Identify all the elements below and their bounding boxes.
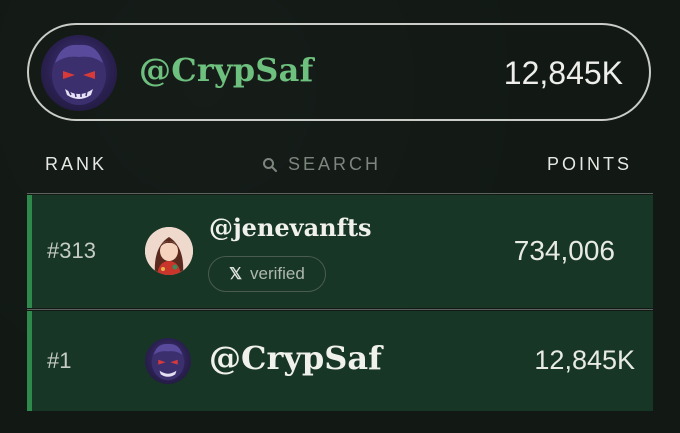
row-points: 734,006 — [513, 235, 615, 266]
points-column-header: POINTS — [546, 154, 632, 174]
purple-monster-avatar-icon — [52, 44, 106, 105]
row-rank: #313 — [47, 238, 96, 263]
anime-girl-avatar-icon — [145, 227, 193, 275]
leaderboard-header: RANK SEARCH POINTS — [0, 150, 680, 180]
verified-badge: 𝕏 verified — [208, 256, 326, 292]
user-avatar — [41, 35, 117, 111]
row-handle[interactable]: @CrypSaf — [209, 339, 382, 377]
row-handle[interactable]: @jenevanfts — [209, 213, 372, 242]
purple-monster-avatar-icon — [151, 343, 185, 381]
verified-label: verified — [250, 264, 305, 283]
row-points: 12,845K — [534, 345, 635, 375]
rank-column-header: RANK — [45, 154, 108, 174]
search-field[interactable]: SEARCH — [262, 154, 381, 175]
current-user-card[interactable]: @CrypSaf 12,845K — [27, 23, 651, 121]
header-divider — [27, 193, 653, 194]
x-logo-icon: 𝕏 — [229, 266, 243, 283]
row-avatar — [145, 338, 191, 384]
leaderboard-row[interactable]: #313 @jenevanfts 𝕏 verified 734,006 — [27, 195, 653, 308]
user-points: 12,845K — [503, 55, 623, 91]
row-avatar — [145, 227, 193, 275]
user-handle: @CrypSaf — [139, 51, 314, 89]
search-label: SEARCH — [288, 154, 382, 174]
row-rank: #1 — [47, 348, 72, 373]
search-icon — [263, 157, 277, 172]
leaderboard-row[interactable]: #1 @CrypSaf 12,845K — [27, 311, 653, 411]
row-divider — [27, 309, 653, 310]
